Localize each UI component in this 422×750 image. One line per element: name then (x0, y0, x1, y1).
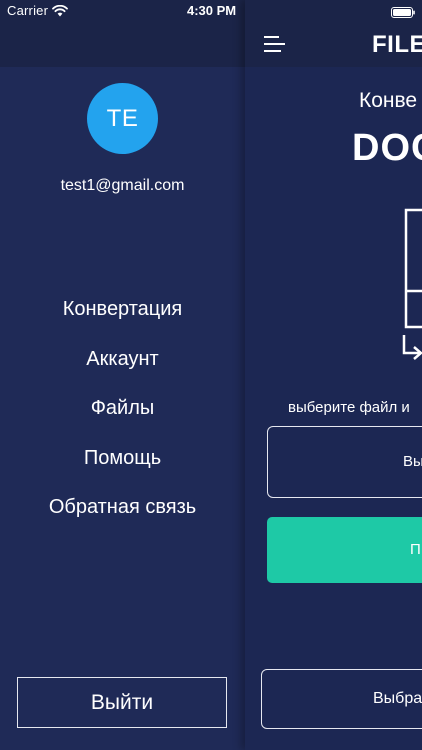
main-content: FILE Конве DOC выберите файл и Вы П Выбр… (245, 0, 422, 750)
select-file-hint: выберите файл и (288, 399, 410, 416)
choose-file-button[interactable]: Вы (267, 426, 422, 498)
convert-button[interactable]: П (267, 517, 422, 583)
select-format-label: Выбрать (373, 690, 422, 707)
menu-list: Конвертация Аккаунт Файлы Помощь Обратна… (0, 295, 245, 543)
menu-item-files[interactable]: Файлы (0, 394, 245, 444)
menu-item-label: Аккаунт (86, 347, 159, 370)
logout-label: Выйти (90, 690, 154, 714)
choose-file-label: Вы (403, 453, 422, 470)
app-title: FILE (372, 31, 422, 58)
side-menu: TE test1@gmail.com Конвертация Аккаунт Ф… (0, 0, 245, 750)
app-screen: TE test1@gmail.com Конвертация Аккаунт Ф… (0, 0, 422, 750)
hamburger-icon[interactable] (264, 36, 286, 52)
menu-item-label: Помощь (83, 446, 162, 469)
carrier-label: Carrier (7, 3, 49, 18)
menu-item-label: Конвертация (62, 298, 183, 320)
user-email: test1@gmail.com (60, 177, 185, 194)
menu-item-help[interactable]: Помощь (0, 444, 245, 494)
status-bar: Carrier 4:30 PM (0, 0, 422, 22)
conversion-subtitle: Конве (359, 89, 418, 112)
menu-item-conversion[interactable]: Конвертация (0, 295, 245, 345)
convert-label: П (410, 541, 421, 558)
document-icon (401, 205, 422, 365)
avatar[interactable]: TE (87, 83, 158, 154)
menu-item-label: Файлы (90, 397, 155, 419)
wifi-icon (52, 4, 68, 17)
logout-button[interactable]: Выйти (17, 677, 227, 728)
menu-item-label: Обратная связь (48, 496, 197, 518)
status-time: 4:30 PM (187, 3, 237, 18)
menu-item-account[interactable]: Аккаунт (0, 345, 245, 395)
avatar-initials: TE (106, 104, 139, 132)
format-name: DOC (352, 127, 422, 169)
battery-icon (391, 5, 415, 18)
select-format-button[interactable]: Выбрать (261, 669, 422, 729)
menu-item-feedback[interactable]: Обратная связь (0, 493, 245, 543)
